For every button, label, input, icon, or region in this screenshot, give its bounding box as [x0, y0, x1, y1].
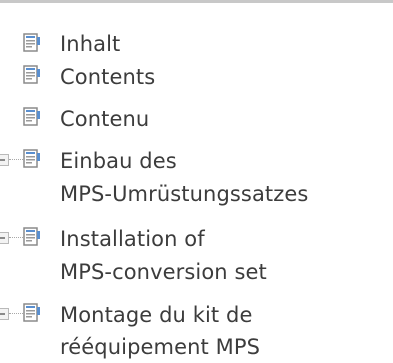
document-icon	[23, 303, 40, 322]
tree-item-label-line1: Montage du kit de	[60, 303, 253, 327]
document-icon	[23, 227, 40, 246]
document-icon	[23, 65, 40, 84]
tree-item-inhalt[interactable]: Inhalt	[0, 26, 393, 58]
document-icon	[23, 149, 40, 168]
tree-item-label-line1: Installation of	[60, 227, 205, 251]
tree-item-montage[interactable]: Montage du kit de rééquipement MPS	[0, 296, 393, 360]
tree-item-einbau[interactable]: Einbau des MPS-Umrüstungssatzes	[0, 142, 393, 206]
expand-toggle-icon[interactable]	[0, 154, 9, 166]
tree-item-label-line2: MPS-Umrüstungssatzes	[60, 182, 309, 206]
tree-item-label: Contenu	[60, 107, 150, 131]
document-icon	[23, 107, 40, 126]
expand-toggle-icon[interactable]	[0, 232, 9, 244]
expand-toggle-icon[interactable]	[0, 308, 9, 320]
tree-item-label-line1: Einbau des	[60, 149, 177, 173]
tree-item-label-line2: MPS-conversion set	[60, 260, 267, 284]
tree-item-contents[interactable]: Contents	[0, 62, 393, 94]
document-icon	[23, 33, 40, 52]
top-divider	[0, 0, 393, 3]
toc-tree: Inhalt Contents Contenu Einbau des MPS-U…	[0, 0, 393, 363]
tree-item-label: Inhalt	[60, 32, 121, 56]
tree-item-installation[interactable]: Installation of MPS-conversion set	[0, 220, 393, 284]
tree-item-label: Contents	[60, 65, 156, 89]
tree-item-contenu[interactable]: Contenu	[0, 104, 393, 136]
tree-item-label-line2: rééquipement MPS	[60, 335, 261, 359]
